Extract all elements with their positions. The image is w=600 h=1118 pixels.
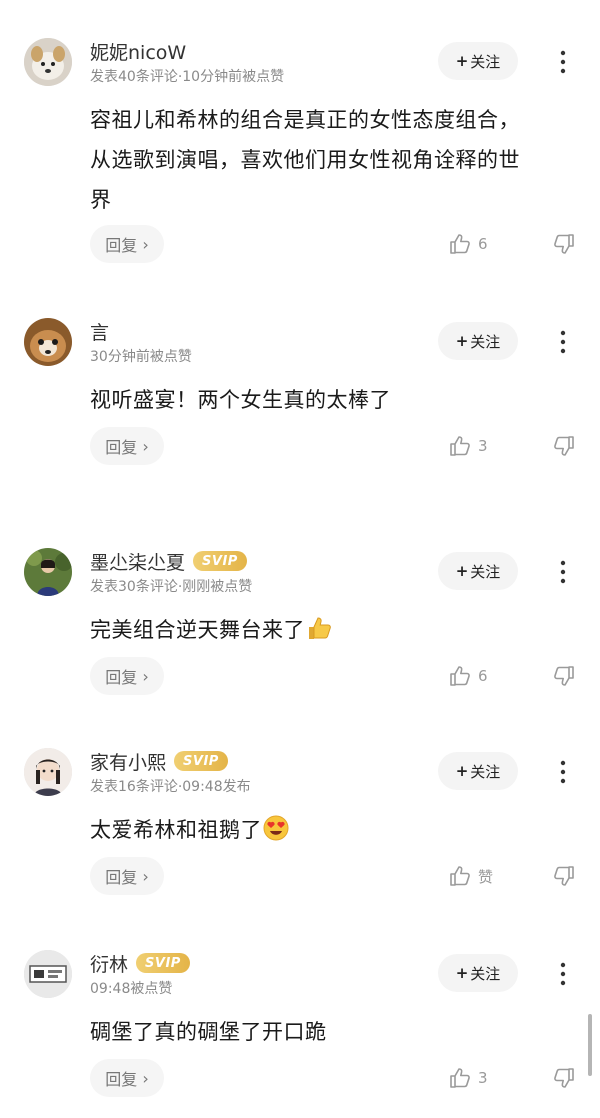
comment-meta: 发表16条评论·09:48发布 (90, 779, 251, 795)
comment-meta: 09:48被点赞 (90, 981, 173, 997)
comment-text: 太爱希林和祖鹅了 (90, 810, 580, 850)
scrollbar[interactable] (588, 1014, 592, 1076)
avatar[interactable] (24, 950, 72, 998)
chevron-right-icon: › (137, 234, 149, 254)
chevron-right-icon: › (137, 1068, 149, 1088)
reply-button[interactable]: 回复 › (90, 427, 164, 465)
user-name[interactable]: 言 (90, 318, 109, 345)
thumbs-up-emoji-icon (309, 617, 331, 639)
avatar[interactable] (24, 38, 72, 86)
chevron-right-icon: › (137, 436, 149, 456)
thumbs-down-icon (554, 436, 574, 456)
plus-icon: + (455, 964, 469, 982)
dislike-button[interactable] (552, 434, 576, 458)
comment-meta: 30分钟前被点赞 (90, 349, 192, 365)
more-icon[interactable] (554, 960, 572, 988)
like-button[interactable]: 赞 (448, 864, 493, 888)
comment-meta: 发表30条评论·刚刚被点赞 (90, 579, 253, 595)
svip-badge: SVIP (136, 953, 190, 973)
like-count: 3 (478, 1069, 488, 1087)
thumbs-down-icon (554, 866, 574, 886)
avatar[interactable] (24, 548, 72, 596)
like-count: 6 (478, 667, 488, 685)
user-name[interactable]: 衍林 (90, 950, 128, 977)
like-button[interactable]: 3 (448, 434, 488, 458)
plus-icon: + (455, 562, 469, 580)
plus-icon: + (455, 332, 469, 350)
comment-meta: 发表40条评论·10分钟前被点赞 (90, 69, 285, 85)
like-button[interactable]: 6 (448, 664, 488, 688)
user-name[interactable]: 墨尐柒尐夏 (90, 548, 185, 575)
like-button[interactable]: 6 (448, 232, 488, 256)
thumbs-down-icon (554, 666, 574, 686)
reply-button[interactable]: 回复 › (90, 1059, 164, 1097)
thumbs-up-icon (450, 1068, 470, 1088)
follow-button[interactable]: + 关注 (438, 954, 518, 992)
comment-text: 完美组合逆天舞台来了 (90, 610, 580, 650)
like-count: 赞 (478, 867, 494, 886)
chevron-right-icon: › (137, 866, 149, 886)
like-count: 3 (478, 437, 488, 455)
dislike-button[interactable] (552, 1066, 576, 1090)
user-name[interactable]: 家有小熙 (90, 748, 166, 775)
user-name[interactable]: 妮妮nicoW (90, 38, 186, 65)
reply-button[interactable]: 回复 › (90, 857, 164, 895)
more-icon[interactable] (554, 558, 572, 586)
more-icon[interactable] (554, 48, 572, 76)
dislike-button[interactable] (552, 664, 576, 688)
avatar[interactable] (24, 318, 72, 366)
more-icon[interactable] (554, 758, 572, 786)
thumbs-down-icon (554, 234, 574, 254)
thumbs-up-icon (450, 436, 470, 456)
comment-text: 容祖儿和希林的组合是真正的女性态度组合， 从选歌到演唱，喜欢他们用女性视角诠释的… (90, 108, 520, 212)
thumbs-down-icon (554, 1068, 574, 1088)
comment-text: 视听盛宴！两个女生真的太棒了 (90, 388, 391, 412)
chevron-right-icon: › (137, 666, 149, 686)
heart-eyes-emoji-icon (263, 815, 289, 841)
reply-button[interactable]: 回复 › (90, 225, 164, 263)
like-button[interactable]: 3 (448, 1066, 488, 1090)
follow-button[interactable]: + 关注 (438, 322, 518, 360)
thumbs-up-icon (450, 234, 470, 254)
follow-button[interactable]: + 关注 (438, 42, 518, 80)
comment-text: 碉堡了真的碉堡了开口跪 (90, 1020, 327, 1044)
dislike-button[interactable] (552, 864, 576, 888)
follow-button[interactable]: + 关注 (438, 552, 518, 590)
thumbs-up-icon (450, 866, 470, 886)
plus-icon: + (455, 52, 469, 70)
more-icon[interactable] (554, 328, 572, 356)
avatar[interactable] (24, 748, 72, 796)
reply-button[interactable]: 回复 › (90, 657, 164, 695)
svip-badge: SVIP (193, 551, 247, 571)
thumbs-up-icon (450, 666, 470, 686)
follow-button[interactable]: + 关注 (438, 752, 518, 790)
svip-badge: SVIP (174, 751, 228, 771)
like-count: 6 (478, 235, 488, 253)
plus-icon: + (455, 762, 469, 780)
dislike-button[interactable] (552, 232, 576, 256)
